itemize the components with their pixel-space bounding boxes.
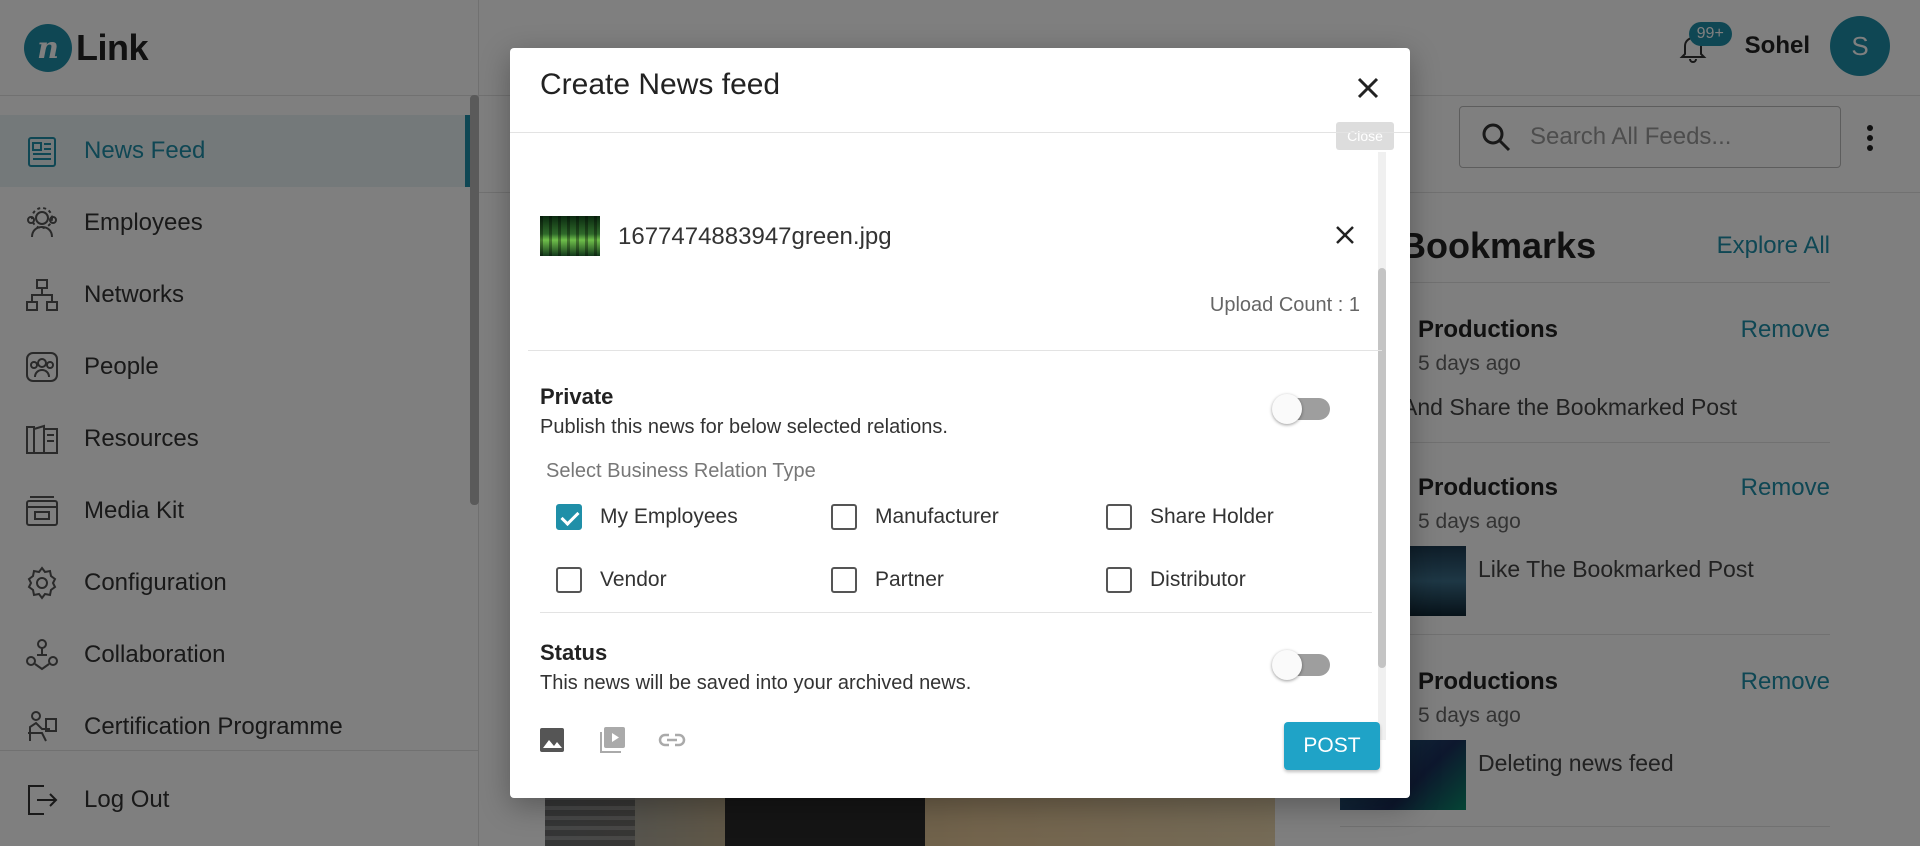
upload-count: Upload Count : 1 [1209, 294, 1360, 316]
checkbox-label: Share Holder [1150, 505, 1274, 528]
checkbox-icon [556, 567, 582, 593]
close-icon [1336, 226, 1354, 244]
checkbox-icon [1106, 567, 1132, 593]
checkbox-distributor[interactable]: Distributor [1106, 567, 1381, 593]
divider [540, 612, 1372, 613]
checkbox-icon [831, 504, 857, 530]
checkbox-my-employees[interactable]: My Employees [556, 504, 831, 530]
dialog-title: Create News feed [540, 68, 781, 101]
image-icon[interactable] [536, 724, 568, 756]
status-toggle[interactable] [1272, 650, 1330, 680]
checkbox-label: Vendor [600, 568, 667, 591]
close-button[interactable] [1348, 68, 1388, 108]
uploaded-image-thumbnail [540, 216, 600, 256]
status-title: Status [540, 640, 608, 665]
relation-type-label: Select Business Relation Type [546, 460, 816, 482]
attachment-toolbar [536, 724, 688, 756]
checkbox-manufacturer[interactable]: Manufacturer [831, 504, 1106, 530]
checkbox-partner[interactable]: Partner [831, 567, 1106, 593]
checkbox-share-holder[interactable]: Share Holder [1106, 504, 1381, 530]
checkbox-label: Manufacturer [875, 505, 999, 528]
close-icon [1357, 77, 1379, 99]
create-news-feed-dialog: Create News feed Close 1677474883947gree… [510, 48, 1410, 798]
dialog-scrollbar-thumb[interactable] [1378, 268, 1386, 668]
checkbox-label: My Employees [600, 505, 738, 528]
status-description: This news will be saved into your archiv… [540, 672, 972, 694]
video-icon[interactable] [596, 724, 628, 756]
private-toggle[interactable] [1272, 394, 1330, 424]
private-description: Publish this news for below selected rel… [540, 416, 948, 438]
relation-row: My Employees Manufacturer Share Holder [556, 504, 1381, 530]
checkbox-label: Distributor [1150, 568, 1246, 591]
checkbox-checked-icon [556, 504, 582, 530]
relation-row: Vendor Partner Distributor [556, 567, 1381, 593]
divider [510, 132, 1410, 133]
checkbox-icon [831, 567, 857, 593]
checkbox-icon [1106, 504, 1132, 530]
remove-file-button[interactable] [1330, 220, 1360, 250]
divider [528, 350, 1382, 351]
close-tooltip: Close [1336, 122, 1394, 150]
uploaded-file-name: 1677474883947green.jpg [618, 223, 892, 250]
post-button[interactable]: POST [1284, 722, 1380, 770]
private-title: Private [540, 384, 614, 409]
link-icon[interactable] [656, 724, 688, 756]
checkbox-label: Partner [875, 568, 944, 591]
checkbox-vendor[interactable]: Vendor [556, 567, 831, 593]
